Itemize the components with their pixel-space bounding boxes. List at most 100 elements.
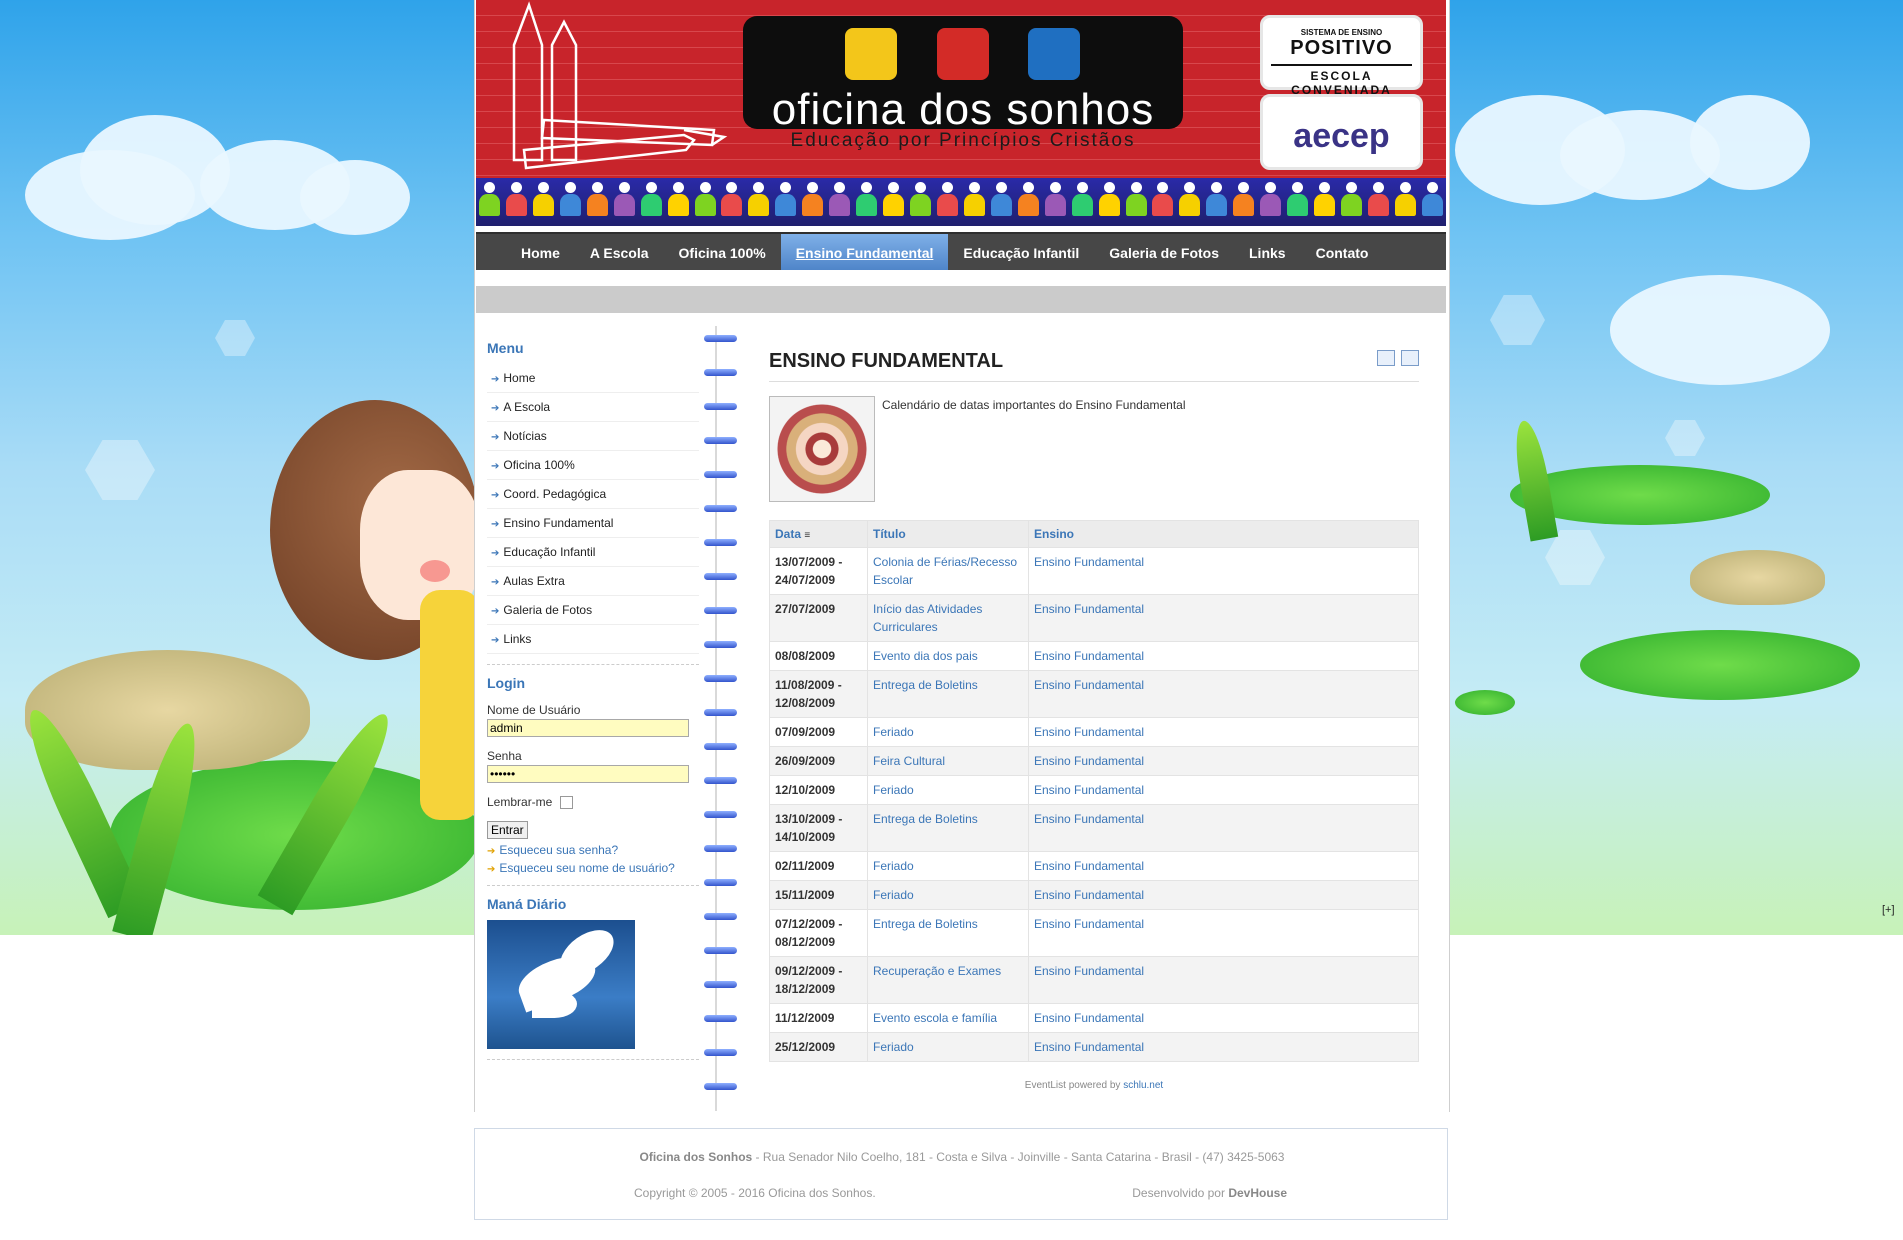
forgot-username-link[interactable]: ➔ Esqueceu seu nome de usuário? bbox=[487, 861, 699, 875]
event-ensino-link[interactable]: Ensino Fundamental bbox=[1028, 804, 1419, 852]
nav-ensino-fundamental[interactable]: Ensino Fundamental bbox=[780, 234, 949, 270]
nav-a-escola[interactable]: A Escola bbox=[575, 234, 664, 270]
kid-figure bbox=[1311, 178, 1338, 226]
event-title-link[interactable]: Feriado bbox=[867, 851, 1029, 881]
kid-figure bbox=[1365, 178, 1392, 226]
event-title-link[interactable]: Feriado bbox=[867, 775, 1029, 805]
event-ensino-link[interactable]: Ensino Fundamental bbox=[1028, 594, 1419, 642]
event-ensino-link[interactable]: Ensino Fundamental bbox=[1028, 717, 1419, 747]
sidebar-item[interactable]: ➔ Aulas Extra bbox=[487, 567, 699, 596]
sidebar-item[interactable]: ➔ Home bbox=[487, 364, 699, 393]
sidebar-item-label: A Escola bbox=[503, 400, 551, 414]
sidebar-item[interactable]: ➔ Coord. Pedagógica bbox=[487, 480, 699, 509]
event-ensino-link[interactable]: Ensino Fundamental bbox=[1028, 775, 1419, 805]
site-header: oficina dos sonhos Educação por Princípi… bbox=[476, 0, 1446, 178]
event-title-link[interactable]: Feriado bbox=[867, 1032, 1029, 1062]
partner-aecep-logo[interactable]: aecep bbox=[1260, 94, 1423, 170]
password-input[interactable] bbox=[487, 765, 689, 783]
event-title-link[interactable]: Recuperação e Exames bbox=[867, 956, 1029, 1004]
sidebar-item[interactable]: ➔ A Escola bbox=[487, 393, 699, 422]
brand-logo[interactable]: oficina dos sonhos bbox=[743, 16, 1183, 134]
sidebar-item[interactable]: ➔ Ensino Fundamental bbox=[487, 509, 699, 538]
event-title-link[interactable]: Entrega de Boletins bbox=[867, 909, 1029, 957]
event-ensino-link[interactable]: Ensino Fundamental bbox=[1028, 956, 1419, 1004]
partner-positivo-line1: SISTEMA DE ENSINO bbox=[1300, 28, 1383, 37]
mana-diario-title: Maná Diário bbox=[487, 896, 567, 912]
main-content: ENSINO FUNDAMENTAL Calendário de datas i… bbox=[769, 350, 1419, 1091]
email-icon[interactable] bbox=[1377, 350, 1395, 366]
remember-checkbox[interactable] bbox=[560, 795, 574, 809]
kid-figure bbox=[1257, 178, 1284, 226]
arrow-icon: ➔ bbox=[491, 374, 500, 385]
arrow-icon: ➔ bbox=[491, 519, 500, 530]
event-date: 11/08/2009 - 12/08/2009 bbox=[769, 670, 868, 718]
event-ensino-link[interactable]: Ensino Fundamental bbox=[1028, 746, 1419, 776]
sidebar-item-label: Links bbox=[503, 632, 532, 646]
partner-positivo-logo[interactable]: SISTEMA DE ENSINO POSITIVO ESCOLA CONVEN… bbox=[1260, 15, 1423, 97]
table-row: 08/08/2009 Evento dia dos pais Ensino Fund… bbox=[769, 641, 1419, 671]
gray-banner-bar bbox=[476, 286, 1446, 313]
table-row: 11/08/2009 - 12/08/2009 Entrega de Boleti… bbox=[769, 670, 1419, 718]
event-title-link[interactable]: Feira Cultural bbox=[867, 746, 1029, 776]
username-input[interactable] bbox=[487, 719, 689, 737]
forgot-password-link[interactable]: ➔ Esqueceu sua senha? bbox=[487, 843, 699, 857]
event-title-link[interactable]: Entrega de Boletins bbox=[867, 804, 1029, 852]
left-sidebar: Menu ➔ Home ➔ A Escola ➔ Notícias ➔ Oficina 100… bbox=[487, 340, 699, 1070]
sidebar-item[interactable]: ➔ Educação Infantil bbox=[487, 538, 699, 567]
sidebar-item-label: Ensino Fundamental bbox=[503, 516, 614, 530]
sidebar-item[interactable]: ➔ Links bbox=[487, 625, 699, 654]
brand-name: oficina dos sonhos bbox=[771, 85, 1155, 134]
page-title: ENSINO FUNDAMENTAL bbox=[769, 350, 1004, 372]
expand-toggle[interactable]: [+] bbox=[1882, 904, 1895, 916]
event-title-link[interactable]: Evento dia dos pais bbox=[867, 641, 1029, 671]
nav-galeria-de-fotos[interactable]: Galeria de Fotos bbox=[1094, 234, 1234, 270]
event-date: 12/10/2009 bbox=[769, 775, 868, 805]
nav-home[interactable]: Home bbox=[506, 234, 575, 270]
forgot-password-text: Esqueceu sua senha? bbox=[499, 843, 619, 857]
event-title-link[interactable]: Evento escola e família bbox=[867, 1003, 1029, 1033]
events-table-body: 13/07/2009 - 24/07/2009 Colonia de Férias… bbox=[769, 547, 1419, 1062]
event-ensino-link[interactable]: Ensino Fundamental bbox=[1028, 909, 1419, 957]
col-ensino-header[interactable]: Ensino bbox=[1028, 520, 1419, 548]
username-label: Nome de Usuário bbox=[487, 703, 581, 717]
event-title-link[interactable]: Colonia de Férias/Recesso Escolar bbox=[867, 547, 1029, 595]
event-title-link[interactable]: Início das Atividades Curriculares bbox=[867, 594, 1029, 642]
col-titulo-header[interactable]: Título bbox=[867, 520, 1029, 548]
event-title-link[interactable]: Feriado bbox=[867, 717, 1029, 747]
nav-contato[interactable]: Contato bbox=[1301, 234, 1384, 270]
event-date: 02/11/2009 bbox=[769, 851, 868, 881]
sidebar-item[interactable]: ➔ Oficina 100% bbox=[487, 451, 699, 480]
table-row: 09/12/2009 - 18/12/2009 Recuperação e Exa… bbox=[769, 956, 1419, 1004]
login-submit-button[interactable]: Entrar bbox=[487, 821, 528, 839]
print-icon[interactable] bbox=[1401, 350, 1419, 366]
event-ensino-link[interactable]: Ensino Fundamental bbox=[1028, 670, 1419, 718]
event-date: 09/12/2009 - 18/12/2009 bbox=[769, 956, 868, 1004]
sidebar-item-label: Oficina 100% bbox=[503, 458, 575, 472]
event-title-link[interactable]: Feriado bbox=[867, 880, 1029, 910]
powered-by-link[interactable]: schlu.net bbox=[1123, 1080, 1163, 1091]
dove-image[interactable] bbox=[487, 920, 635, 1049]
developer-link[interactable]: DevHouse bbox=[1228, 1186, 1287, 1200]
event-title-link[interactable]: Entrega de Boletins bbox=[867, 670, 1029, 718]
sidebar-item[interactable]: ➔ Galeria de Fotos bbox=[487, 596, 699, 625]
sidebar-item-label: Educação Infantil bbox=[503, 545, 596, 559]
nav-links[interactable]: Links bbox=[1234, 234, 1301, 270]
event-ensino-link[interactable]: Ensino Fundamental bbox=[1028, 1032, 1419, 1062]
event-ensino-link[interactable]: Ensino Fundamental bbox=[1028, 1003, 1419, 1033]
kid-figure bbox=[1123, 178, 1150, 226]
sidebar-item-label: Home bbox=[503, 371, 536, 385]
nav-oficina-100[interactable]: Oficina 100% bbox=[664, 234, 781, 270]
kid-figure bbox=[934, 178, 961, 226]
event-ensino-link[interactable]: Ensino Fundamental bbox=[1028, 641, 1419, 671]
event-date: 27/07/2009 bbox=[769, 594, 868, 642]
sidebar-item[interactable]: ➔ Notícias bbox=[487, 422, 699, 451]
event-ensino-link[interactable]: Ensino Fundamental bbox=[1028, 880, 1419, 910]
col-data-header[interactable]: Data ≡ bbox=[769, 520, 868, 548]
kid-figure bbox=[1230, 178, 1257, 226]
nav-educacao-infantil[interactable]: Educação Infantil bbox=[948, 234, 1094, 270]
intro-text: Calendário de datas importantes do Ensin… bbox=[882, 398, 1186, 412]
event-ensino-link[interactable]: Ensino Fundamental bbox=[1028, 851, 1419, 881]
brand-tagline: Educação por Princípios Cristãos bbox=[790, 130, 1136, 151]
event-ensino-link[interactable]: Ensino Fundamental bbox=[1028, 547, 1419, 595]
spiral-ring bbox=[704, 981, 737, 988]
